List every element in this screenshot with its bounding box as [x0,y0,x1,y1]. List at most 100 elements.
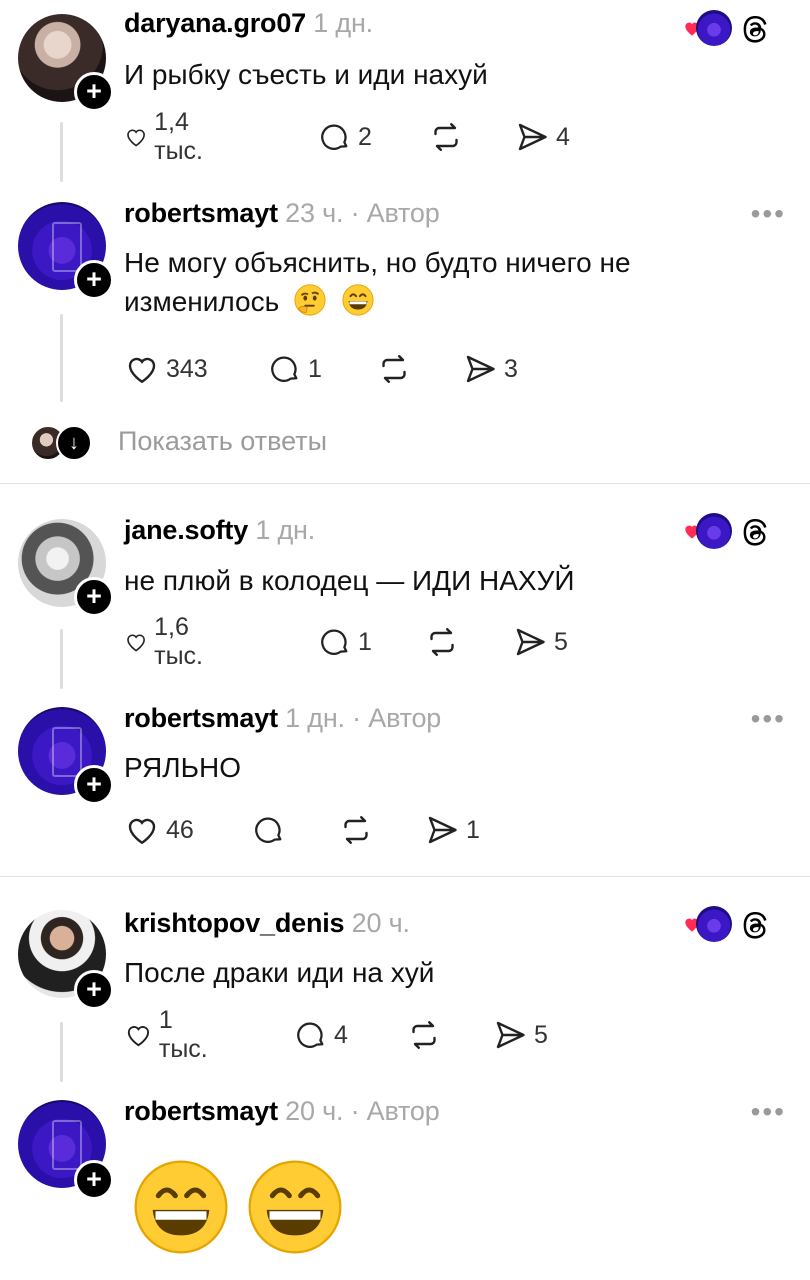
reply-robertsmayt-2: + robertsmayt 1 дн. · Автор ••• РЯЛЬНО 4… [0,695,810,875]
thread-line [60,629,63,689]
comment-krishtopov-denis: + krishtopov_denis 20 ч. После драки иди… [0,898,810,1088]
heart-icon [127,1026,150,1047]
more-icon[interactable]: ••• [751,705,786,733]
author-mini-avatar [696,513,732,549]
reply-count: 1 [358,627,372,656]
comment-icon [297,1022,324,1048]
like-count: 1,6 тыс. [154,613,204,670]
post-time: 1 дн. [313,8,373,38]
reply-count: 1 [308,354,322,383]
comment-icon [255,817,282,843]
share-count: 1 [466,815,480,844]
post-time: 1 дн. [285,703,345,733]
more-icon[interactable]: ••• [751,200,786,228]
follow-plus-icon[interactable]: + [74,1160,114,1200]
comment-text: После драки иди на хуй [124,957,435,988]
threads-logo-icon[interactable] [738,908,772,942]
repost-button[interactable] [338,810,374,850]
reply-count: 2 [358,122,372,151]
share-button[interactable]: 5 [492,1015,548,1055]
share-button[interactable]: 1 [424,810,480,850]
comment-icon [271,356,298,382]
repost-button[interactable] [406,1015,442,1055]
show-replies-label: Показать ответы [118,426,327,456]
comment-text: не плюй в колодец — ИДИ НАХУЙ [124,565,575,596]
follow-plus-icon[interactable]: + [74,765,114,805]
repost-button[interactable] [424,622,460,662]
username-text[interactable]: robertsmayt [124,198,278,228]
share-button[interactable]: 3 [462,349,518,389]
share-count: 3 [504,354,518,383]
repost-icon [430,628,454,656]
like-button[interactable]: 1 тыс. [124,1006,215,1063]
author-mini-avatar [696,10,732,46]
comment-daryana: + daryana.gro07 1 дн. И рыбку съесть и и… [0,0,810,185]
share-icon [428,816,457,844]
like-button[interactable]: 46 [124,810,194,850]
like-count: 343 [166,354,208,383]
reply-robertsmayt-3: + robertsmayt 20 ч. · Автор ••• [0,1088,810,1280]
share-count: 5 [554,627,568,656]
heart-icon [127,634,145,652]
heart-icon [127,129,145,147]
reply-robertsmayt-1: + robertsmayt 23 ч. · Автор ••• Не могу … [0,190,810,420]
username-text[interactable]: krishtopov_denis [124,908,345,938]
follow-plus-icon[interactable]: + [74,260,114,300]
comment-text: РЯЛЬНО [124,752,242,783]
reply-count: 4 [334,1020,348,1049]
reply-button[interactable]: 4 [294,1015,348,1055]
author-tag: · Автор [350,198,440,228]
like-button[interactable]: 343 [124,349,208,389]
follow-plus-icon[interactable]: + [74,577,114,617]
share-button[interactable]: 5 [512,622,568,662]
repost-icon [382,355,406,383]
username-text[interactable]: robertsmayt [124,1096,278,1126]
more-icon[interactable]: ••• [751,1098,786,1126]
username[interactable]: robertsmayt 20 ч. · Автор [124,1096,440,1127]
like-count: 46 [166,815,194,844]
heart-icon [128,357,156,384]
username[interactable]: krishtopov_denis 20 ч. [124,908,410,939]
repost-button[interactable] [376,349,412,389]
comment-icon [321,629,348,655]
liked-by-author-badge [682,906,767,946]
like-count: 1 тыс. [158,1006,208,1063]
follow-plus-icon[interactable]: + [74,72,114,112]
reply-button[interactable] [252,810,292,850]
comment-text: Не могу объяснить, но будто ничего не из… [124,243,720,321]
post-time: 20 ч. [351,908,410,938]
comment-jane-softy: + jane.softy 1 дн. не плюй в колодец — И… [0,505,810,695]
grinning-face-emoji [248,1160,342,1254]
username-text[interactable]: robertsmayt [124,703,278,733]
repost-icon [434,123,458,151]
threads-logo-icon[interactable] [738,12,772,46]
share-icon [518,123,547,151]
repost-button[interactable] [428,117,464,157]
post-time: 23 ч. [285,198,344,228]
author-tag: · Автор [352,703,442,733]
follow-plus-icon[interactable]: + [74,970,114,1010]
share-icon [516,628,545,656]
username-text[interactable]: jane.softy [124,515,248,545]
divider [0,483,810,484]
username[interactable]: jane.softy 1 дн. [124,515,315,546]
reply-button[interactable]: 1 [318,622,372,662]
username-text[interactable]: daryana.gro07 [124,8,306,38]
like-button[interactable]: 1,4 тыс. [124,108,215,165]
username[interactable]: robertsmayt 1 дн. · Автор [124,703,441,734]
thread-line [60,122,63,182]
like-count: 1,4 тыс. [154,108,204,165]
threads-logo-icon[interactable] [738,515,772,549]
repost-icon [412,1021,436,1049]
post-time: 1 дн. [255,515,316,545]
reply-button[interactable]: 1 [268,349,322,389]
share-button[interactable]: 4 [514,117,570,157]
author-mini-avatar [696,906,732,942]
username[interactable]: robertsmayt 23 ч. · Автор [124,198,440,229]
comment-icon [321,124,348,150]
like-button[interactable]: 1,6 тыс. [124,613,215,670]
comment-text-body: Не могу объяснить, но будто ничего не из… [124,247,631,317]
thinking-face-emoji [294,284,326,316]
reply-button[interactable]: 2 [318,117,372,157]
username[interactable]: daryana.gro07 1 дн. [124,8,373,39]
